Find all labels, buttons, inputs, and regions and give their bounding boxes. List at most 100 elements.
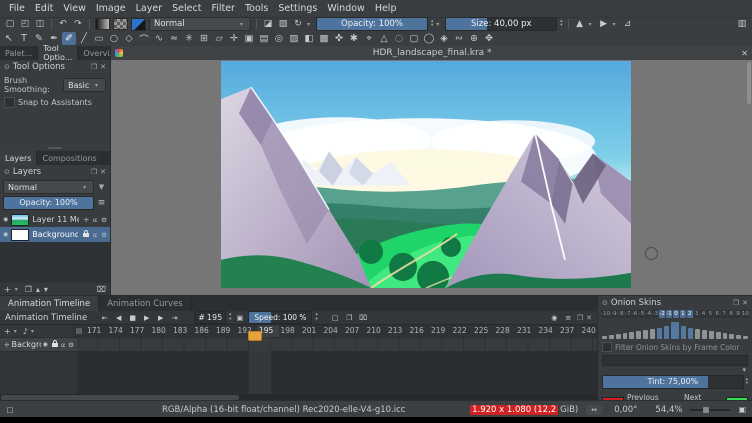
inherit-alpha-icon[interactable]: α (93, 216, 97, 224)
playhead-marker[interactable] (248, 331, 262, 341)
delete-layer-button[interactable]: ⌧ (97, 285, 106, 294)
onion-bar-1[interactable] (681, 326, 686, 339)
tool-polygon-select[interactable]: ◈ (437, 32, 451, 45)
frame-tick-207[interactable]: 207 (343, 325, 365, 337)
tool-gradient[interactable]: ▤ (257, 32, 271, 45)
tool-zoom[interactable]: ⊕ (467, 32, 481, 45)
onion-bar--4[interactable] (643, 330, 648, 339)
tool-enclose-fill[interactable]: ▩ (317, 32, 331, 45)
onion-number-10[interactable]: 10 (742, 310, 749, 318)
onion-number--9[interactable]: -9 (611, 310, 617, 318)
play-button[interactable]: ▶ (141, 314, 152, 322)
onion-number--10[interactable]: -10 (601, 310, 610, 318)
filter-by-frame-color-checkbox[interactable] (602, 342, 612, 352)
inherit-alpha-icon[interactable]: α (61, 341, 65, 349)
onion-number-2[interactable]: 2 (687, 310, 693, 318)
menu-select[interactable]: Select (167, 1, 206, 16)
menu-edit[interactable]: Edit (30, 1, 58, 16)
visibility-eye-icon[interactable]: ◉ (3, 231, 8, 238)
duplicate-layer-button[interactable]: ❐ (25, 285, 32, 294)
timeline-layer-frames[interactable] (77, 338, 597, 351)
menu-layer[interactable]: Layer (131, 1, 168, 16)
layer-style-gear-icon[interactable]: ⚙ (101, 216, 107, 224)
float-docker-icon[interactable]: ❐ (733, 299, 739, 307)
save-document-button[interactable]: ◫ (34, 18, 46, 30)
tool-freehand-path[interactable]: ≈ (167, 32, 181, 45)
add-layer-button[interactable]: + (4, 285, 11, 294)
tool-line[interactable]: ╱ (77, 32, 91, 45)
onion-number-8[interactable]: 8 (728, 310, 734, 318)
timeline-layer-label[interactable]: ✛ Background ◉ α ⚙ (0, 338, 77, 351)
layer-opacity-slider[interactable]: Opacity: 100% (3, 196, 94, 210)
menu-image[interactable]: Image (91, 1, 131, 16)
tab-animation-timeline[interactable]: Animation Timeline (0, 296, 99, 311)
onion-bar-2[interactable] (688, 328, 693, 339)
selection-display-icon[interactable]: □ (6, 404, 14, 416)
zoom-slider-handle[interactable] (703, 407, 709, 413)
chevron-down-icon[interactable]: ▾ (598, 366, 752, 374)
onion-skins-toggle-button[interactable]: ◉ (549, 314, 560, 322)
close-document-icon[interactable]: ✕ (741, 49, 748, 58)
onion-bar-4[interactable] (702, 330, 707, 339)
frame-tick-216[interactable]: 216 (408, 325, 430, 337)
layer-options-menu-icon[interactable]: ≡ (96, 198, 107, 208)
open-document-button[interactable]: ◰ (19, 18, 31, 30)
skip-to-end-button[interactable]: ⇥ (169, 314, 180, 322)
onion-number-9[interactable]: 9 (735, 310, 741, 318)
layer-row-background[interactable]: ◉ Background α ⚙ (0, 227, 110, 242)
layer-style-gear-icon[interactable]: ⚙ (101, 231, 107, 239)
layer-blending-mode-select[interactable]: Normal ▾ (3, 180, 94, 194)
frame-tick-222[interactable]: 222 (451, 325, 473, 337)
tool-ellipse[interactable]: ○ (107, 32, 121, 45)
timeline-add-layer-button[interactable]: + (4, 327, 11, 336)
frame-tick-210[interactable]: 210 (365, 325, 387, 337)
undo-button[interactable]: ↶ (57, 18, 69, 30)
tool-freehand-select[interactable]: ∾ (452, 32, 466, 45)
onion-number-1[interactable]: 1 (680, 310, 686, 318)
delete-frame-button[interactable]: ⌧ (358, 314, 369, 322)
close-docker-icon[interactable]: ✕ (100, 63, 106, 71)
brush-size-slider[interactable]: Size: 40,00 px (445, 17, 557, 31)
memory-icon[interactable]: ↔ (586, 405, 602, 415)
tool-colorize-mask[interactable]: ✱ (347, 32, 361, 45)
layer-row-layer11[interactable]: ◉ Layer 11 Me... ✛ α ⚙ (0, 212, 110, 227)
chevron-down-icon[interactable]: ▾ (307, 21, 313, 28)
chevron-down-icon[interactable]: ▾ (613, 21, 619, 28)
onion-number--2[interactable]: -2 (659, 310, 665, 318)
onion-bar-3[interactable] (695, 329, 700, 339)
menu-tools[interactable]: Tools (240, 1, 273, 16)
canvas-only-mode-icon[interactable]: ▣ (738, 405, 746, 414)
tint-slider[interactable]: Tint: 75,00% (602, 375, 744, 389)
onion-number-5[interactable]: 5 (707, 310, 713, 318)
onion-number-6[interactable]: 6 (714, 310, 720, 318)
stop-button[interactable]: ■ (127, 314, 138, 322)
tool-text[interactable]: T (17, 32, 31, 45)
onion-number--6[interactable]: -6 (632, 310, 638, 318)
dock-splitter[interactable] (0, 108, 110, 151)
close-docker-icon[interactable]: ✕ (742, 299, 748, 307)
frame-tick-177[interactable]: 177 (128, 325, 150, 337)
tool-reference-images[interactable]: ◌ (392, 32, 406, 45)
zoom-level-value[interactable]: 54,4% (655, 405, 682, 415)
tool-measure[interactable]: △ (377, 32, 391, 45)
onion-number-4[interactable]: 4 (701, 310, 707, 318)
tool-move[interactable]: ✛ (227, 32, 241, 45)
menu-settings[interactable]: Settings (273, 1, 322, 16)
onion-number--7[interactable]: -7 (625, 310, 631, 318)
skip-to-start-button[interactable]: ⇤ (99, 314, 110, 322)
tool-color-sampler[interactable]: ◎ (272, 32, 286, 45)
playback-speed-spinbox[interactable]: Speed: 100 % (248, 311, 312, 324)
layer-filter-icon[interactable]: ▼ (96, 183, 107, 191)
onion-bar--1[interactable] (664, 326, 669, 339)
menu-window[interactable]: Window (322, 1, 369, 16)
painting-canvas[interactable] (221, 61, 631, 288)
onion-bar-5[interactable] (709, 331, 714, 339)
tab-animation-curves[interactable]: Animation Curves (99, 296, 192, 311)
opacity-spin-buttons[interactable]: ▴▾ (431, 20, 433, 29)
frame-spin-buttons[interactable]: ▴▾ (229, 313, 231, 322)
onion-bar--5[interactable] (636, 331, 641, 339)
opacity-slider[interactable]: Opacity: 100% (316, 17, 428, 31)
blending-mode-select[interactable]: Normal ▾ (149, 17, 251, 31)
next-frame-button[interactable]: ▶ (155, 314, 166, 322)
tool-select-shapes[interactable]: ↖ (2, 32, 16, 45)
